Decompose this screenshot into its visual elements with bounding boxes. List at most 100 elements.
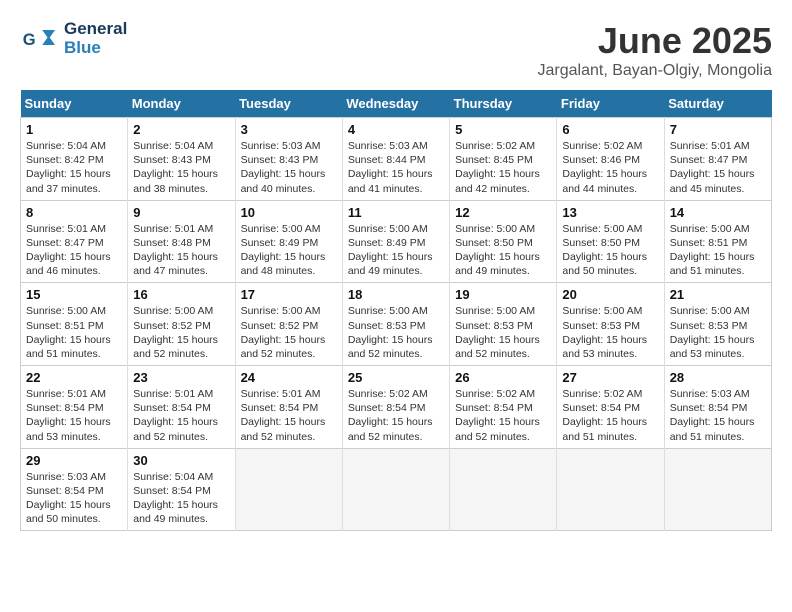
table-cell: 29Sunrise: 5:03 AM Sunset: 8:54 PM Dayli…: [21, 448, 128, 531]
day-info: Sunrise: 5:01 AM Sunset: 8:54 PM Dayligh…: [26, 387, 122, 444]
table-cell: [557, 448, 664, 531]
table-row: 22 Sunrise: 5:01 AM Sunset: 8:54 PM Dayli…: [21, 366, 772, 449]
day-number: 29: [26, 453, 122, 468]
table-cell: 23 Sunrise: 5:01 AM Sunset: 8:54 PM Dayli…: [128, 366, 235, 449]
day-info: Sunrise: 5:02 AM Sunset: 8:54 PM Dayligh…: [562, 387, 658, 444]
table-cell: 13Sunrise: 5:00 AM Sunset: 8:50 PM Dayli…: [557, 200, 664, 283]
day-info: Sunrise: 5:01 AM Sunset: 8:47 PM Dayligh…: [26, 222, 122, 279]
day-info: Sunrise: 5:01 AM Sunset: 8:54 PM Dayligh…: [133, 387, 229, 444]
day-info: Sunrise: 5:00 AM Sunset: 8:49 PM Dayligh…: [348, 222, 444, 279]
table-cell: 16 Sunrise: 5:00 AM Sunset: 8:52 PM Dayli…: [128, 283, 235, 366]
table-cell: 4 Sunrise: 5:03 AM Sunset: 8:44 PM Daylig…: [342, 118, 449, 201]
day-number: 11: [348, 205, 444, 220]
day-number: 20: [562, 287, 658, 302]
day-number: 9: [133, 205, 229, 220]
day-number: 7: [670, 122, 766, 137]
day-number: 30: [133, 453, 229, 468]
table-cell: 12 Sunrise: 5:00 AM Sunset: 8:50 PM Dayli…: [450, 200, 557, 283]
day-number: 15: [26, 287, 122, 302]
table-cell: 25 Sunrise: 5:02 AM Sunset: 8:54 PM Dayli…: [342, 366, 449, 449]
table-cell: [450, 448, 557, 531]
table-cell: [664, 448, 771, 531]
day-number: 6: [562, 122, 658, 137]
day-number: 19: [455, 287, 551, 302]
day-info: Sunrise: 5:00 AM Sunset: 8:52 PM Dayligh…: [241, 304, 337, 361]
table-cell: 7 Sunrise: 5:01 AM Sunset: 8:47 PM Daylig…: [664, 118, 771, 201]
day-info: Sunrise: 5:00 AM Sunset: 8:53 PM Dayligh…: [348, 304, 444, 361]
table-cell: 1Sunrise: 5:04 AM Sunset: 8:42 PM Daylig…: [21, 118, 128, 201]
day-number: 10: [241, 205, 337, 220]
day-number: 23: [133, 370, 229, 385]
col-sunday: Sunday: [21, 90, 128, 118]
day-number: 28: [670, 370, 766, 385]
day-info: Sunrise: 5:02 AM Sunset: 8:46 PM Dayligh…: [562, 139, 658, 196]
day-info: Sunrise: 5:00 AM Sunset: 8:51 PM Dayligh…: [670, 222, 766, 279]
day-number: 18: [348, 287, 444, 302]
table-cell: 21 Sunrise: 5:00 AM Sunset: 8:53 PM Dayli…: [664, 283, 771, 366]
logo: G General Blue: [20, 20, 127, 57]
table-row: 8 Sunrise: 5:01 AM Sunset: 8:47 PM Daylig…: [21, 200, 772, 283]
calendar-subtitle: Jargalant, Bayan-Olgiy, Mongolia: [538, 62, 773, 80]
col-wednesday: Wednesday: [342, 90, 449, 118]
table-cell: 26 Sunrise: 5:02 AM Sunset: 8:54 PM Dayli…: [450, 366, 557, 449]
svg-text:G: G: [23, 31, 36, 49]
table-row: 15 Sunrise: 5:00 AM Sunset: 8:51 PM Dayli…: [21, 283, 772, 366]
day-info: Sunrise: 5:00 AM Sunset: 8:50 PM Dayligh…: [562, 222, 658, 279]
table-cell: 22 Sunrise: 5:01 AM Sunset: 8:54 PM Dayli…: [21, 366, 128, 449]
day-number: 25: [348, 370, 444, 385]
day-info: Sunrise: 5:00 AM Sunset: 8:49 PM Dayligh…: [241, 222, 337, 279]
day-number: 3: [241, 122, 337, 137]
day-number: 12: [455, 205, 551, 220]
day-number: 8: [26, 205, 122, 220]
day-info: Sunrise: 5:01 AM Sunset: 8:47 PM Dayligh…: [670, 139, 766, 196]
table-row: 29Sunrise: 5:03 AM Sunset: 8:54 PM Dayli…: [21, 448, 772, 531]
day-info: Sunrise: 5:02 AM Sunset: 8:45 PM Dayligh…: [455, 139, 551, 196]
day-number: 26: [455, 370, 551, 385]
table-cell: 14 Sunrise: 5:00 AM Sunset: 8:51 PM Dayli…: [664, 200, 771, 283]
day-info: Sunrise: 5:04 AM Sunset: 8:54 PM Dayligh…: [133, 470, 229, 527]
table-cell: 18 Sunrise: 5:00 AM Sunset: 8:53 PM Dayli…: [342, 283, 449, 366]
col-friday: Friday: [557, 90, 664, 118]
day-info: Sunrise: 5:00 AM Sunset: 8:53 PM Dayligh…: [670, 304, 766, 361]
table-row: 1Sunrise: 5:04 AM Sunset: 8:42 PM Daylig…: [21, 118, 772, 201]
day-info: Sunrise: 5:00 AM Sunset: 8:53 PM Dayligh…: [562, 304, 658, 361]
table-cell: 11 Sunrise: 5:00 AM Sunset: 8:49 PM Dayli…: [342, 200, 449, 283]
day-number: 24: [241, 370, 337, 385]
day-number: 22: [26, 370, 122, 385]
day-number: 16: [133, 287, 229, 302]
table-cell: 27 Sunrise: 5:02 AM Sunset: 8:54 PM Dayli…: [557, 366, 664, 449]
day-number: 4: [348, 122, 444, 137]
table-cell: 5Sunrise: 5:02 AM Sunset: 8:45 PM Daylig…: [450, 118, 557, 201]
day-info: Sunrise: 5:00 AM Sunset: 8:50 PM Dayligh…: [455, 222, 551, 279]
day-number: 21: [670, 287, 766, 302]
day-number: 17: [241, 287, 337, 302]
table-cell: 15 Sunrise: 5:00 AM Sunset: 8:51 PM Dayli…: [21, 283, 128, 366]
table-cell: 20 Sunrise: 5:00 AM Sunset: 8:53 PM Dayli…: [557, 283, 664, 366]
day-info: Sunrise: 5:02 AM Sunset: 8:54 PM Dayligh…: [455, 387, 551, 444]
day-info: Sunrise: 5:00 AM Sunset: 8:51 PM Dayligh…: [26, 304, 122, 361]
day-info: Sunrise: 5:01 AM Sunset: 8:54 PM Dayligh…: [241, 387, 337, 444]
table-cell: 24 Sunrise: 5:01 AM Sunset: 8:54 PM Dayli…: [235, 366, 342, 449]
day-info: Sunrise: 5:03 AM Sunset: 8:44 PM Dayligh…: [348, 139, 444, 196]
calendar-title: June 2025: [538, 20, 773, 62]
day-number: 2: [133, 122, 229, 137]
table-cell: 17 Sunrise: 5:00 AM Sunset: 8:52 PM Dayli…: [235, 283, 342, 366]
day-info: Sunrise: 5:00 AM Sunset: 8:53 PM Dayligh…: [455, 304, 551, 361]
col-saturday: Saturday: [664, 90, 771, 118]
table-cell: 8 Sunrise: 5:01 AM Sunset: 8:47 PM Daylig…: [21, 200, 128, 283]
day-info: Sunrise: 5:02 AM Sunset: 8:54 PM Dayligh…: [348, 387, 444, 444]
table-cell: 10 Sunrise: 5:00 AM Sunset: 8:49 PM Dayli…: [235, 200, 342, 283]
col-thursday: Thursday: [450, 90, 557, 118]
table-cell: 28 Sunrise: 5:03 AM Sunset: 8:54 PM Dayli…: [664, 366, 771, 449]
table-cell: 6 Sunrise: 5:02 AM Sunset: 8:46 PM Daylig…: [557, 118, 664, 201]
day-info: Sunrise: 5:01 AM Sunset: 8:48 PM Dayligh…: [133, 222, 229, 279]
day-number: 1: [26, 122, 122, 137]
col-monday: Monday: [128, 90, 235, 118]
day-info: Sunrise: 5:00 AM Sunset: 8:52 PM Dayligh…: [133, 304, 229, 361]
day-number: 14: [670, 205, 766, 220]
day-info: Sunrise: 5:03 AM Sunset: 8:54 PM Dayligh…: [670, 387, 766, 444]
table-cell: [342, 448, 449, 531]
table-cell: 30 Sunrise: 5:04 AM Sunset: 8:54 PM Dayli…: [128, 448, 235, 531]
day-number: 27: [562, 370, 658, 385]
table-cell: 9 Sunrise: 5:01 AM Sunset: 8:48 PM Daylig…: [128, 200, 235, 283]
